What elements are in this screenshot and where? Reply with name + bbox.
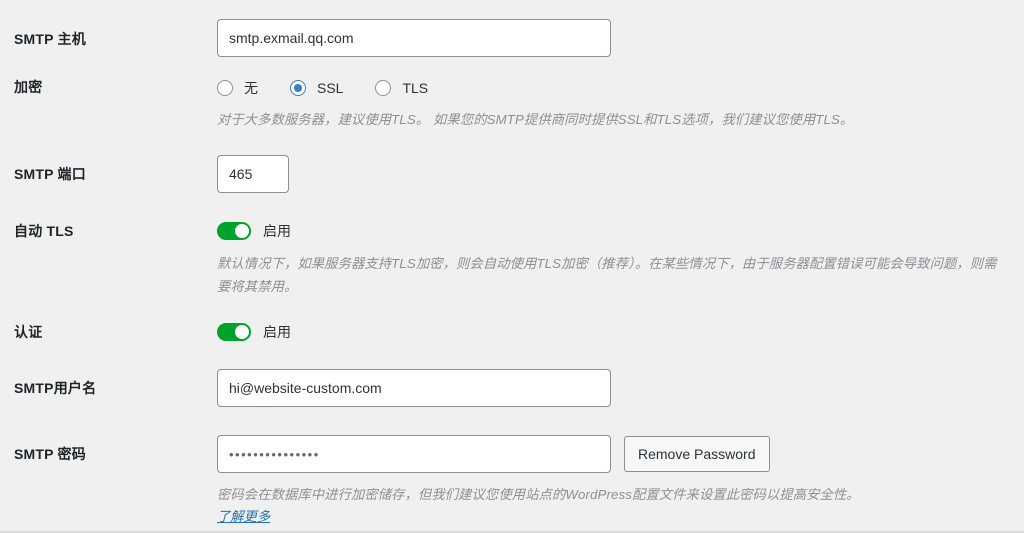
authentication-toggle-label: 启用 (263, 324, 291, 340)
learn-more-wrap: 了解更多 (217, 506, 270, 526)
auto-tls-label: 自动 TLS (14, 223, 74, 239)
smtp-host-label: SMTP 主机 (14, 31, 86, 47)
authentication-label: 认证 (14, 324, 43, 340)
smtp-username-label: SMTP用户名 (14, 380, 97, 396)
encryption-label: 加密 (14, 79, 43, 95)
encryption-option-ssl[interactable]: SSL (290, 80, 343, 96)
toggle-knob-icon (235, 224, 249, 238)
radio-icon-ssl-selected[interactable] (290, 80, 306, 96)
smtp-host-input[interactable] (217, 19, 611, 57)
auto-tls-toggle-wrap: 启用 (217, 221, 291, 241)
authentication-toggle-wrap: 启用 (217, 322, 291, 342)
encryption-option-ssl-label: SSL (317, 80, 344, 96)
smtp-port-input[interactable] (217, 155, 289, 193)
remove-password-button[interactable]: Remove Password (624, 436, 770, 472)
encryption-option-none[interactable]: 无 (217, 78, 258, 98)
auto-tls-toggle-label: 启用 (263, 223, 291, 239)
smtp-password-label: SMTP 密码 (14, 446, 86, 462)
auto-tls-toggle[interactable] (217, 222, 251, 240)
smtp-host-field-wrap (217, 19, 611, 57)
encryption-option-tls[interactable]: TLS (375, 80, 428, 96)
smtp-password-input[interactable] (217, 435, 611, 473)
smtp-port-label: SMTP 端口 (14, 166, 86, 182)
encryption-option-tls-label: TLS (402, 80, 429, 96)
smtp-port-field-wrap (217, 155, 289, 193)
encryption-option-none-label: 无 (244, 80, 258, 96)
smtp-password-field-wrap: Remove Password (217, 435, 770, 473)
smtp-username-input[interactable] (217, 369, 611, 407)
radio-icon-none[interactable] (217, 80, 233, 96)
encryption-radio-group: 无 SSL TLS (217, 78, 460, 98)
encryption-description: 对于大多数服务器，建议使用TLS。 如果您的SMTP提供商同时提供SSL和TLS… (217, 112, 854, 127)
smtp-settings-panel: SMTP 主机 加密 无 SSL TLS 对于大多数服务器，建议使用TLS。 如… (0, 0, 1024, 533)
smtp-username-field-wrap (217, 369, 611, 407)
learn-more-link[interactable]: 了解更多 (217, 509, 270, 524)
authentication-toggle[interactable] (217, 323, 251, 341)
auto-tls-description: 默认情况下，如果服务器支持TLS加密，则会自动使用TLS加密（推荐）。在某些情况… (217, 256, 997, 294)
smtp-password-description: 密码会在数据库中进行加密储存，但我们建议您使用站点的WordPress配置文件来… (217, 487, 860, 502)
radio-icon-tls[interactable] (375, 80, 392, 96)
toggle-knob-icon (235, 325, 249, 339)
